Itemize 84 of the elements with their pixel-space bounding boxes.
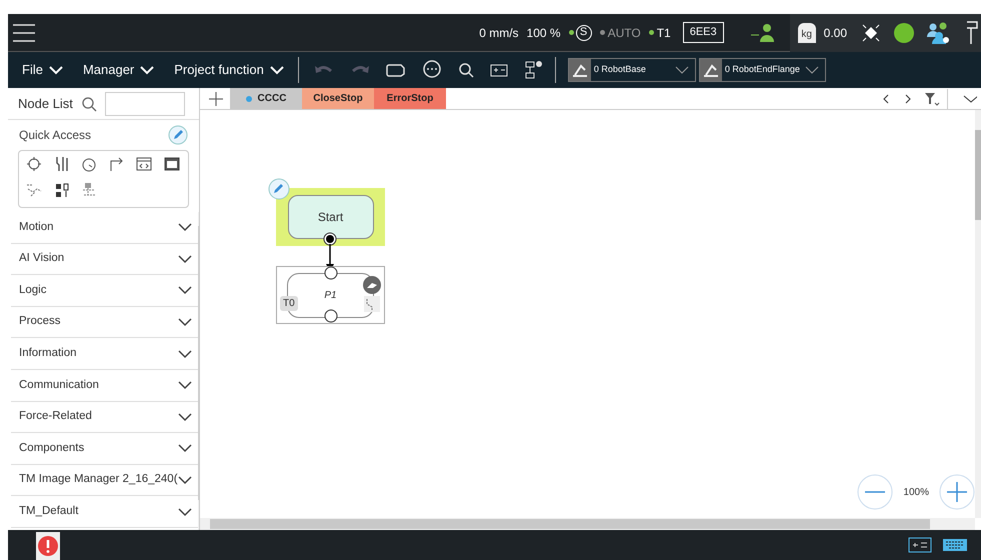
menu-button[interactable]: File <box>22 60 63 80</box>
chevron-down-icon[interactable] <box>947 88 977 108</box>
status-light-icon <box>893 22 915 44</box>
panel-title: Node List <box>18 94 73 113</box>
category-item[interactable]: TM Image Manager 2_16_240( <box>11 464 198 496</box>
frame-dropdown[interactable]: 0 RobotEndFlange <box>698 58 826 82</box>
code-window-icon[interactable] <box>135 155 153 173</box>
category-item[interactable]: Force-Related <box>11 402 198 434</box>
start-node[interactable]: Start <box>288 195 374 239</box>
active-dot-icon <box>246 96 252 102</box>
chevron-down-icon <box>178 254 192 264</box>
chevron-down-icon <box>178 475 192 486</box>
chevron-down-icon <box>178 380 192 390</box>
tab[interactable]: CCCC <box>230 88 302 109</box>
status-dot-icon <box>600 30 605 35</box>
menu-button[interactable]: Manager <box>82 60 154 80</box>
payload-reading: 0.00 <box>824 24 847 42</box>
scrollbar[interactable] <box>198 212 199 530</box>
chevron-down-icon <box>140 65 154 75</box>
turn-arrow-icon[interactable] <box>108 155 126 173</box>
node-port-icon <box>324 266 338 280</box>
chevron-down-icon <box>270 65 284 75</box>
chevron-down-icon <box>48 65 63 75</box>
search-icon[interactable] <box>80 96 97 112</box>
comment-icon[interactable] <box>420 60 443 80</box>
chevron-down-icon <box>178 506 192 517</box>
mode-indicator: T1 <box>656 24 671 42</box>
path-icon <box>364 296 380 312</box>
pencil-icon[interactable] <box>268 178 290 200</box>
search-icon[interactable] <box>456 61 475 79</box>
camera-icon <box>363 276 381 294</box>
search-field[interactable] <box>104 92 185 116</box>
crosshair-icon[interactable] <box>25 155 43 173</box>
control-panel-icon[interactable] <box>908 537 932 553</box>
filter-icon[interactable] <box>923 90 941 106</box>
category-item[interactable]: Communication <box>11 370 198 402</box>
chevron-down-icon <box>178 443 192 454</box>
user-icon[interactable] <box>750 22 774 42</box>
flange-icon <box>700 59 722 81</box>
tab[interactable]: ErrorStop <box>374 88 446 109</box>
zoom-in-icon[interactable] <box>939 474 975 510</box>
chevron-down-icon <box>178 285 192 296</box>
mode-indicator: AUTO <box>608 24 641 42</box>
category-item[interactable]: Process <box>11 306 198 338</box>
menu-icon[interactable] <box>12 22 36 42</box>
screen-icon[interactable] <box>488 62 509 78</box>
tag-icon[interactable] <box>384 62 407 78</box>
chevron-down-icon <box>178 222 192 232</box>
menu-button[interactable]: Project function <box>174 60 284 80</box>
category-item[interactable]: Logic <box>11 275 198 307</box>
category-item[interactable]: TM_Default <box>11 496 198 528</box>
chevron-down-icon <box>178 412 192 422</box>
window-icon[interactable] <box>162 155 180 173</box>
status-code: 6EE3 <box>682 22 724 43</box>
scrollbar[interactable] <box>975 110 981 518</box>
status-dot-icon <box>568 30 574 35</box>
speed-percent: 100 % <box>526 24 561 42</box>
base-icon <box>568 59 591 81</box>
flowchart-icon[interactable] <box>522 60 543 80</box>
users-icon[interactable] <box>927 20 951 44</box>
zoom-level: 100% <box>903 486 929 500</box>
payload-unit-button[interactable]: kg <box>798 22 816 42</box>
category-item[interactable]: Motion <box>11 212 198 244</box>
status-dot-icon <box>648 30 654 35</box>
frame-dropdown[interactable]: 0 RobotBase <box>568 58 696 82</box>
chevron-down-icon <box>804 65 819 75</box>
node-label: P1 <box>324 289 337 303</box>
error-icon[interactable] <box>35 530 61 560</box>
chevron-down-icon <box>178 348 192 359</box>
chevron-down-icon <box>674 65 689 75</box>
point-node[interactable]: P1 T0 <box>276 266 385 324</box>
keyboard-icon[interactable] <box>942 537 968 553</box>
tool-badge: T0 <box>280 296 298 311</box>
node-port-icon <box>324 309 338 323</box>
chevron-down-icon <box>178 317 192 328</box>
category-item[interactable]: AI Vision <box>11 244 198 276</box>
category-item[interactable]: Information <box>11 338 198 370</box>
tab[interactable]: CloseStop <box>302 88 374 109</box>
speed-reading: 0 mm/s <box>479 24 519 42</box>
safety-indicator: S <box>576 24 592 40</box>
scrollbar[interactable] <box>200 518 975 530</box>
section-title: Quick Access <box>19 127 92 144</box>
pencil-icon[interactable] <box>168 125 188 145</box>
category-item[interactable]: Components <box>11 433 198 465</box>
